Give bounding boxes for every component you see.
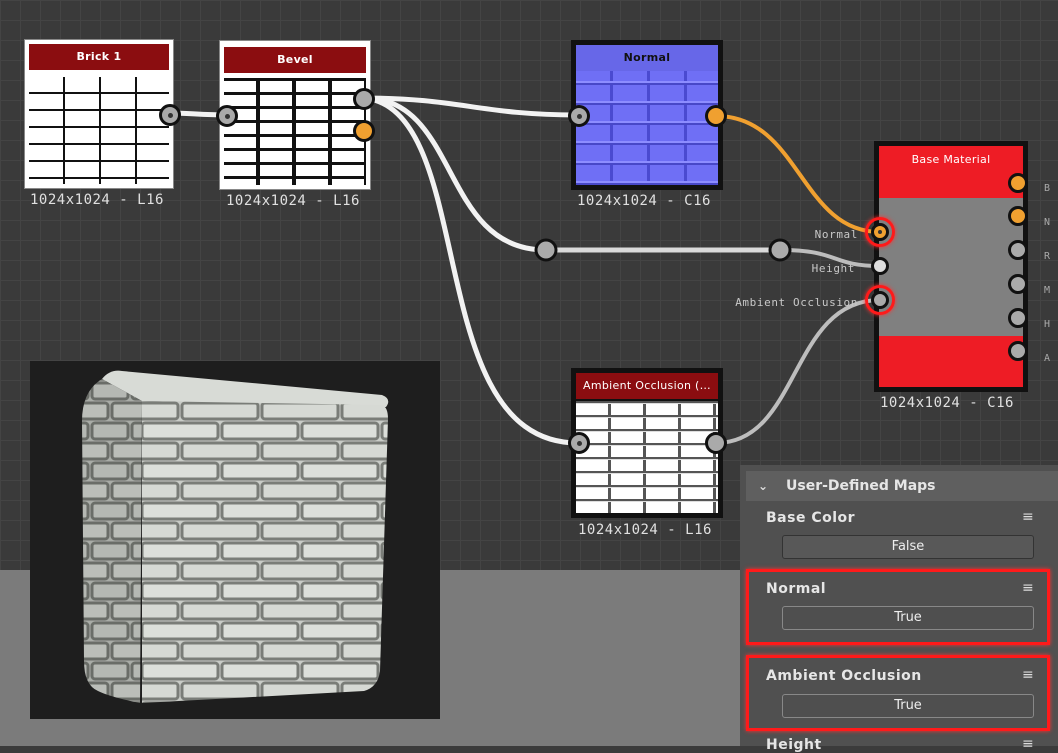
highlight-ring-normal [865, 217, 895, 247]
node-resolution-bevel: 1024x1024 - L16 [226, 193, 360, 209]
node-resolution-ao: 1024x1024 - L16 [578, 522, 712, 538]
output-stub-label: M [1044, 285, 1051, 296]
input-port[interactable] [568, 432, 590, 454]
list-menu-icon[interactable]: ≡ [1022, 736, 1034, 752]
node-resolution-brick: 1024x1024 - L16 [30, 192, 164, 208]
output-stub-label: N [1044, 217, 1051, 228]
output-port-height[interactable] [353, 88, 375, 110]
highlight-box-ao [746, 655, 1050, 731]
input-port[interactable] [568, 105, 590, 127]
input-label-ao: Ambient Occlusion [735, 296, 858, 309]
output-stub-label: B [1044, 183, 1051, 194]
brick-cube-render [82, 370, 389, 703]
reroute-dot-2 [768, 238, 792, 262]
chevron-down-icon[interactable]: ⌄ [758, 471, 768, 501]
base-material-mid [879, 198, 1023, 336]
output-port[interactable] [705, 432, 727, 454]
list-menu-icon[interactable]: ≡ [1022, 509, 1034, 525]
panel-header[interactable]: ⌄ User-Defined Maps [746, 471, 1058, 501]
prop-label-ao: Ambient Occlusion [766, 668, 922, 684]
output-port-ao[interactable] [1008, 341, 1028, 361]
input-port[interactable] [216, 105, 238, 127]
output-stub-labels: B N R M H A [1044, 172, 1050, 376]
node-normal[interactable]: Normal [568, 40, 727, 190]
normal-value-field[interactable]: True [782, 606, 1034, 630]
node-brick[interactable]: Brick 1 [24, 39, 181, 189]
output-port-basecolor[interactable] [1008, 173, 1028, 193]
cube-side-face [82, 379, 142, 703]
wire-normal-base [715, 114, 881, 234]
output-port-normal[interactable] [353, 120, 375, 142]
ao-thumbnail [576, 401, 718, 513]
node-title: Ambient Occlusion (… [576, 373, 718, 399]
output-port-roughness[interactable] [1008, 240, 1028, 260]
input-label-normal: Normal [814, 228, 858, 241]
panel-title: User-Defined Maps [786, 478, 936, 494]
node-title: Brick 1 [29, 44, 169, 70]
highlight-ring-ao [865, 285, 895, 315]
node-title: Bevel [224, 47, 366, 73]
base-material-bottom [879, 336, 1023, 387]
output-port-metallic[interactable] [1008, 274, 1028, 294]
output-port[interactable] [159, 104, 181, 126]
node-bevel[interactable]: Bevel [216, 40, 375, 190]
prop-label-height: Height [766, 737, 822, 753]
output-stub-label: A [1044, 353, 1051, 364]
node-ambient-occlusion[interactable]: Ambient Occlusion (… [568, 368, 727, 518]
node-base-material[interactable]: Base Material [874, 141, 1028, 392]
3d-preview-viewport[interactable] [30, 361, 440, 719]
user-defined-maps-panel: ⌄ User-Defined Maps Base Color ≡ False N… [740, 465, 1058, 753]
prop-label-basecolor: Base Color [766, 510, 856, 526]
input-label-height: Height [811, 262, 855, 275]
node-resolution-normal: 1024x1024 - C16 [577, 193, 711, 209]
node-title: Base Material [911, 153, 991, 166]
output-port[interactable] [705, 105, 727, 127]
brick-thumbnail [29, 77, 169, 184]
output-stub-label: R [1044, 251, 1051, 262]
list-menu-icon[interactable]: ≡ [1022, 667, 1034, 683]
list-menu-icon[interactable]: ≡ [1022, 580, 1034, 596]
reroute-dot-1 [534, 238, 558, 262]
output-port-height[interactable] [1008, 308, 1028, 328]
wire-bevel-height [363, 95, 547, 253]
ao-value-field[interactable]: True [782, 694, 1034, 718]
output-port-normal[interactable] [1008, 206, 1028, 226]
bevel-thumbnail [224, 78, 366, 185]
prop-label-normal: Normal [766, 581, 827, 597]
output-stub-label: H [1044, 319, 1051, 330]
input-port-height[interactable] [871, 257, 889, 275]
basecolor-value-field[interactable]: False [782, 535, 1034, 559]
node-title: Normal [576, 45, 718, 71]
node-resolution-base: 1024x1024 - C16 [880, 395, 1014, 411]
cube-front-face [142, 401, 388, 703]
wire-ao-base [715, 298, 881, 445]
